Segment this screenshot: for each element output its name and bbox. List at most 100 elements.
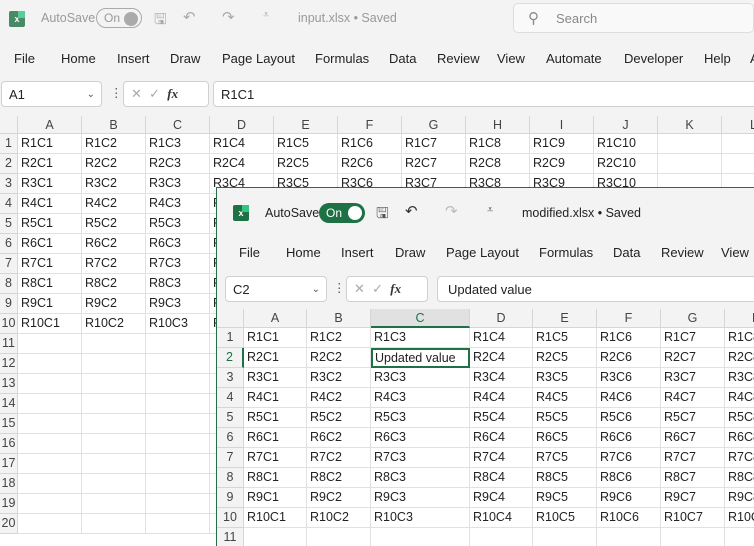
spreadsheet-grid[interactable]: ABCDEFGH 1R1C1R1C2R1C3R1C4R1C5R1C6R1C7R1C… — [217, 309, 754, 546]
save-icon[interactable]: 🖫 — [376, 203, 389, 228]
cell-e5[interactable]: R5C5 — [533, 408, 597, 428]
cell-a11[interactable] — [244, 528, 307, 546]
cell-a12[interactable] — [18, 354, 82, 374]
autosave-toggle[interactable]: On — [319, 203, 365, 223]
cell-k1[interactable] — [658, 134, 722, 154]
cell-d2[interactable]: R2C4 — [470, 348, 533, 368]
cell-a2[interactable]: R2C1 — [18, 154, 82, 174]
menu-automate[interactable]: Automate — [546, 51, 602, 66]
cell-j1[interactable]: R1C10 — [594, 134, 658, 154]
cell-k2[interactable] — [658, 154, 722, 174]
cell-a7[interactable]: R7C1 — [244, 448, 307, 468]
cell-g2[interactable]: R2C7 — [402, 154, 466, 174]
menu-insert[interactable]: Insert — [117, 51, 150, 66]
cell-a8[interactable]: R8C1 — [18, 274, 82, 294]
cell-d1[interactable]: R1C4 — [470, 328, 533, 348]
cell-a7[interactable]: R7C1 — [18, 254, 82, 274]
cell-a6[interactable]: R6C1 — [244, 428, 307, 448]
cell-f4[interactable]: R4C6 — [597, 388, 661, 408]
cell-b11[interactable] — [82, 334, 146, 354]
cell-g1[interactable]: R1C7 — [402, 134, 466, 154]
menu-page-layout[interactable]: Page Layout — [222, 51, 295, 66]
cell-b8[interactable]: R8C2 — [82, 274, 146, 294]
row-header-6[interactable]: 6 — [0, 234, 18, 254]
cell-b9[interactable]: R9C2 — [307, 488, 371, 508]
cell-g10[interactable]: R10C7 — [661, 508, 725, 528]
cell-h5[interactable]: R5C8 — [725, 408, 754, 428]
menu-page-layout[interactable]: Page Layout — [446, 245, 519, 260]
save-icon[interactable]: 🖫 — [154, 9, 167, 34]
menu-data[interactable]: Data — [613, 245, 640, 260]
insert-function-icon[interactable]: fx — [390, 281, 401, 297]
cell-b20[interactable] — [82, 514, 146, 534]
cell-e8[interactable]: R8C5 — [533, 468, 597, 488]
cell-h2[interactable]: R2C8 — [725, 348, 754, 368]
cell-c4[interactable]: R4C3 — [146, 194, 210, 214]
column-header-h[interactable]: H — [725, 309, 754, 328]
column-header-b[interactable]: B — [82, 116, 146, 134]
cell-b15[interactable] — [82, 414, 146, 434]
cell-d10[interactable]: R10C4 — [470, 508, 533, 528]
row-header-16[interactable]: 16 — [0, 434, 18, 454]
cell-e1[interactable]: R1C5 — [274, 134, 338, 154]
cell-a17[interactable] — [18, 454, 82, 474]
cell-b2[interactable]: R2C2 — [307, 348, 371, 368]
redo-icon[interactable]: ↷ — [222, 8, 235, 26]
cell-b19[interactable] — [82, 494, 146, 514]
column-header-g[interactable]: G — [661, 309, 725, 328]
cell-b1[interactable]: R1C2 — [307, 328, 371, 348]
cell-f2[interactable]: R2C6 — [597, 348, 661, 368]
cell-h10[interactable]: R10C8 — [725, 508, 754, 528]
cell-a4[interactable]: R4C1 — [18, 194, 82, 214]
cell-c3[interactable]: R3C3 — [146, 174, 210, 194]
row-header-12[interactable]: 12 — [0, 354, 18, 374]
cell-b6[interactable]: R6C2 — [307, 428, 371, 448]
column-header-a[interactable]: A — [18, 116, 82, 134]
row-header-5[interactable]: 5 — [217, 408, 244, 428]
cell-c11[interactable] — [146, 334, 210, 354]
cell-c10[interactable]: R10C3 — [371, 508, 470, 528]
cell-c10[interactable]: R10C3 — [146, 314, 210, 334]
cell-g2[interactable]: R2C7 — [661, 348, 725, 368]
column-header-e[interactable]: E — [274, 116, 338, 134]
column-header-h[interactable]: H — [466, 116, 530, 134]
cell-d3[interactable]: R3C4 — [470, 368, 533, 388]
cell-c9[interactable]: R9C3 — [146, 294, 210, 314]
enter-icon[interactable]: ✓ — [149, 86, 160, 102]
cell-a16[interactable] — [18, 434, 82, 454]
cell-c7[interactable]: R7C3 — [146, 254, 210, 274]
cell-a9[interactable]: R9C1 — [18, 294, 82, 314]
formula-input[interactable]: R1C1 — [213, 81, 754, 107]
column-header-c[interactable]: C — [371, 309, 470, 328]
cell-a5[interactable]: R5C1 — [18, 214, 82, 234]
cell-c8[interactable]: R8C3 — [146, 274, 210, 294]
cell-f10[interactable]: R10C6 — [597, 508, 661, 528]
cell-c6[interactable]: R6C3 — [371, 428, 470, 448]
cell-c12[interactable] — [146, 354, 210, 374]
cell-l1[interactable] — [722, 134, 754, 154]
cell-c4[interactable]: R4C3 — [371, 388, 470, 408]
cell-c2[interactable]: R2C3 — [146, 154, 210, 174]
cell-b10[interactable]: R10C2 — [307, 508, 371, 528]
cell-i2[interactable]: R2C9 — [530, 154, 594, 174]
cell-h9[interactable]: R9C8 — [725, 488, 754, 508]
row-header-11[interactable]: 11 — [217, 528, 244, 546]
column-header-a[interactable]: A — [244, 309, 307, 328]
row-header-9[interactable]: 9 — [0, 294, 18, 314]
row-header-2[interactable]: 2 — [217, 348, 244, 368]
name-box[interactable]: A1 ⌄ — [1, 81, 102, 107]
row-header-13[interactable]: 13 — [0, 374, 18, 394]
autosave-toggle[interactable]: On — [96, 8, 142, 28]
cell-b13[interactable] — [82, 374, 146, 394]
cell-g8[interactable]: R8C7 — [661, 468, 725, 488]
name-box[interactable]: C2 ⌄ — [225, 276, 327, 302]
cell-g7[interactable]: R7C7 — [661, 448, 725, 468]
cell-c9[interactable]: R9C3 — [371, 488, 470, 508]
cell-f5[interactable]: R5C6 — [597, 408, 661, 428]
column-header-j[interactable]: J — [594, 116, 658, 134]
file-title[interactable]: input.xlsx • Saved — [298, 11, 397, 25]
row-header-17[interactable]: 17 — [0, 454, 18, 474]
row-header-5[interactable]: 5 — [0, 214, 18, 234]
row-header-8[interactable]: 8 — [217, 468, 244, 488]
cell-e2[interactable]: R2C5 — [533, 348, 597, 368]
